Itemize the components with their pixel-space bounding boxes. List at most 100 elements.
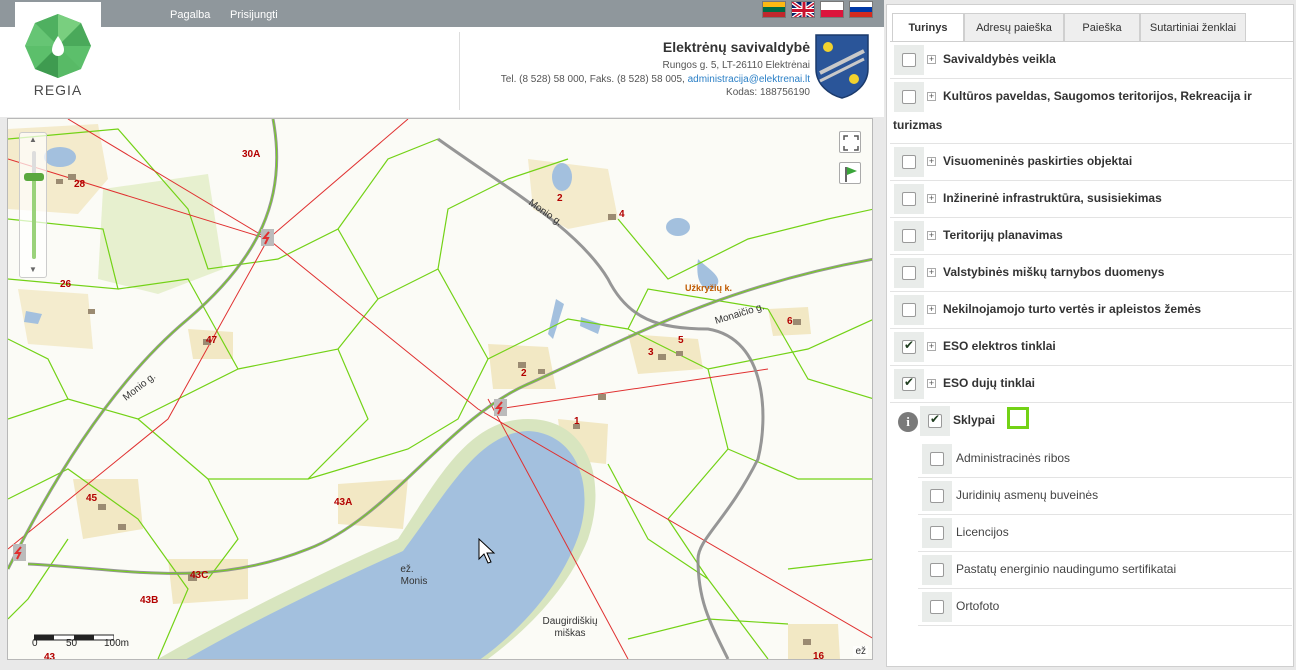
layer-label: ESO elektros tinklai <box>943 339 1056 353</box>
tab-contents[interactable]: Turinys <box>892 13 964 42</box>
expand-icon[interactable]: + <box>927 194 936 203</box>
zoom-out-icon[interactable]: ▼ <box>20 263 46 276</box>
layer-group: + Nekilnojamojo turto vertės ir apleisto… <box>890 292 1292 329</box>
sublayer-label: Licencijos <box>956 525 1009 539</box>
sublayer-checkbox[interactable] <box>930 489 944 503</box>
expand-icon[interactable]: + <box>927 55 936 64</box>
expand-icon[interactable]: + <box>927 157 936 166</box>
lake-label: Monis <box>401 576 428 587</box>
layer-group: + ESO elektros tinklai <box>890 329 1292 366</box>
sublayer: Ortofoto <box>918 589 1292 626</box>
map-label: 45 <box>86 493 98 504</box>
sublayer-label: Juridinių asmenų buveinės <box>956 488 1099 502</box>
pl-flag-icon[interactable] <box>820 1 844 18</box>
map-view[interactable]: 30A 28 26 47 45 43A 43C 43B 43 2 4 2 3 5… <box>7 118 873 660</box>
scale-label-end: 100m <box>104 638 130 649</box>
map-label: 28 <box>74 179 86 190</box>
sublayer-label: Ortofoto <box>956 599 1000 613</box>
sublayer: Administracinės ribos <box>918 441 1292 478</box>
place-label: Užkryžių k. <box>685 283 732 293</box>
layer-label: Sklypai <box>953 413 996 427</box>
map-canvas[interactable]: 30A 28 26 47 45 43A 43C 43B 43 2 4 2 3 5… <box>8 119 873 660</box>
layer-checkbox[interactable] <box>902 53 916 67</box>
street-label: Monaičio g. <box>714 301 766 326</box>
map-label: 30A <box>242 149 260 160</box>
layer-checkbox[interactable] <box>902 375 916 391</box>
regia-logo[interactable]: REGIA <box>15 2 101 115</box>
sublayer-checkbox[interactable] <box>930 526 944 540</box>
fullscreen-button[interactable] <box>839 131 861 153</box>
login-link[interactable]: Prisijungti <box>230 9 278 21</box>
layer-checkbox[interactable] <box>902 229 916 243</box>
layer-checkbox[interactable] <box>902 338 916 354</box>
layer-checkbox[interactable] <box>902 266 916 280</box>
map-label: 43B <box>140 595 158 606</box>
top-bar: Pagalba Prisijungti <box>0 0 884 27</box>
expand-icon[interactable]: + <box>927 92 936 101</box>
zoom-handle[interactable] <box>24 173 44 181</box>
layer-group: + Valstybinės miškų tarnybos duomenys <box>890 255 1292 292</box>
email-link[interactable]: administracija@elektrenai.lt <box>688 74 810 85</box>
layer-group: + Inžinerinė infrastruktūra, susisiekima… <box>890 181 1292 218</box>
map-label: 16 <box>813 651 825 660</box>
layer-checkbox[interactable] <box>902 192 916 206</box>
lt-flag-icon[interactable] <box>762 1 786 18</box>
layer-label: Kultūros paveldas, Saugomos teritorijos,… <box>943 89 1252 103</box>
street-label: Monio g. <box>121 371 158 403</box>
header-divider <box>459 32 460 110</box>
help-link[interactable]: Pagalba <box>170 9 210 21</box>
layer-group: + Teritorijų planavimas <box>890 218 1292 255</box>
zoom-slider[interactable]: ▲ ▼ <box>19 132 47 278</box>
forest-label: Daugirdiškių <box>542 616 597 627</box>
map-label: 43A <box>334 497 352 508</box>
sublayer-checkbox[interactable] <box>930 452 944 466</box>
expand-icon[interactable]: + <box>927 268 936 277</box>
layer-label: Valstybinės miškų tarnybos duomenys <box>943 265 1165 279</box>
layer-group: + Savivaldybės veikla <box>890 42 1292 79</box>
sublayer: Licencijos <box>918 515 1292 552</box>
logo-text: REGIA <box>33 82 83 98</box>
ru-flag-icon[interactable] <box>849 1 873 18</box>
sublayer-checkbox[interactable] <box>930 600 944 614</box>
sublayer-label: Pastatų energinio naudingumo sertifikata… <box>956 562 1177 576</box>
layer-style-swatch[interactable] <box>1007 407 1029 429</box>
sublayer-checkbox[interactable] <box>930 563 944 577</box>
expand-icon[interactable]: + <box>927 231 936 240</box>
tab-search[interactable]: Paieška <box>1064 13 1140 41</box>
expand-icon[interactable]: + <box>927 305 936 314</box>
lake-label: ež. <box>400 564 413 575</box>
layer-checkbox[interactable] <box>902 303 916 317</box>
tab-address-search[interactable]: Adresų paieška <box>964 13 1064 41</box>
map-label: 2 <box>521 368 527 379</box>
layers-panel: Turinys Adresų paieška Paieška Sutartini… <box>886 4 1294 667</box>
fullscreen-icon <box>843 135 859 151</box>
info-icon[interactable]: i <box>898 412 918 432</box>
flag-icon <box>845 167 857 182</box>
tab-legend[interactable]: Sutartiniai ženklai <box>1140 13 1246 41</box>
zoom-in-icon[interactable]: ▲ <box>20 133 46 146</box>
expand-icon[interactable]: + <box>927 379 936 388</box>
uk-flag-icon[interactable] <box>791 1 815 18</box>
layer-checkbox[interactable] <box>928 412 942 428</box>
layer-checkbox[interactable] <box>902 90 916 104</box>
layer-label: ESO dujų tinklai <box>943 376 1036 390</box>
layer-group: + Kultūros paveldas, Saugomos teritorijo… <box>890 79 1292 144</box>
expand-icon[interactable]: + <box>927 342 936 351</box>
scale-label-mid: 50 <box>66 638 78 649</box>
forest-label: miškas <box>554 628 585 639</box>
map-label: 26 <box>60 279 72 290</box>
map-label: 2 <box>557 193 563 204</box>
map-corner-label: ež <box>853 646 868 657</box>
phone-line: Tel. (8 528) 58 000, Faks. (8 528) 58 00… <box>500 74 810 85</box>
header: REGIA Elektrėnų savivaldybė Rungos g. 5,… <box>0 2 884 117</box>
layer-label: Visuomeninės paskirties objektai <box>943 154 1133 168</box>
regia-logo-icon <box>25 14 91 78</box>
marker-button[interactable] <box>839 162 861 184</box>
map-label: 1 <box>574 416 580 427</box>
scale-bar: 0 50 100m <box>32 629 129 649</box>
layer-label-continued: turizmas <box>893 118 943 132</box>
layer-label: Teritorijų planavimas <box>943 228 1063 242</box>
municipality-crest-icon <box>815 34 869 99</box>
layer-group: + ESO dujų tinklai <box>890 366 1292 403</box>
layer-checkbox[interactable] <box>902 155 916 169</box>
